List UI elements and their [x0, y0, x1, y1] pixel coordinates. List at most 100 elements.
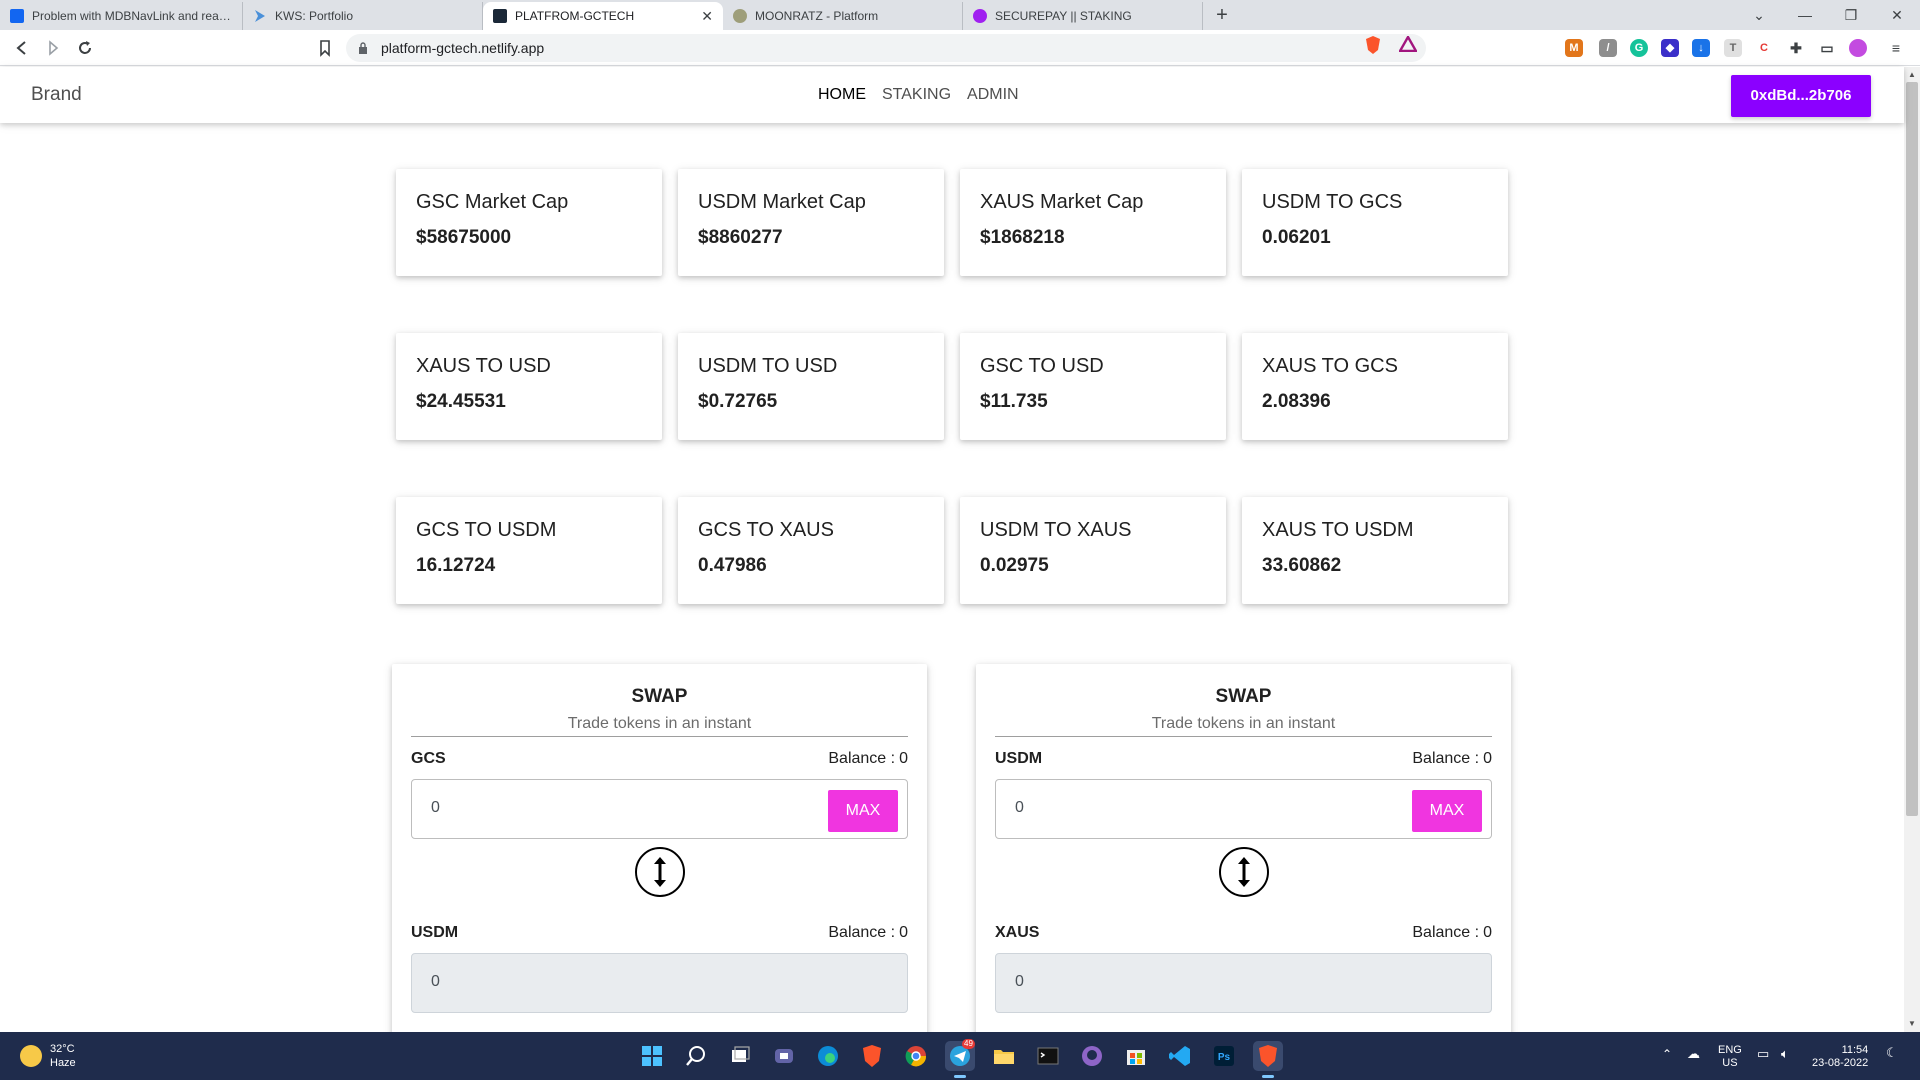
- clock[interactable]: 11:54 23-08-2022: [1812, 1044, 1868, 1070]
- stat-card: GCS TO USDM 16.12724: [396, 497, 662, 604]
- nav-link-admin[interactable]: ADMIN: [967, 86, 1019, 104]
- browser-tab[interactable]: MOONRATZ - Platform: [723, 2, 963, 30]
- file-explorer-icon[interactable]: [989, 1041, 1019, 1071]
- browser-menu-icon[interactable]: ≡: [1887, 39, 1905, 57]
- bookmark-icon[interactable]: [315, 38, 335, 58]
- wallet-icon[interactable]: ▭: [1818, 39, 1836, 57]
- onedrive-cloud-icon[interactable]: ☁: [1687, 1047, 1700, 1060]
- extensions-puzzle-icon[interactable]: ✚: [1787, 39, 1805, 57]
- profile-avatar[interactable]: [1849, 39, 1867, 57]
- max-button[interactable]: MAX: [828, 790, 898, 832]
- stat-title: XAUS TO USDM: [1262, 519, 1414, 541]
- windows-start-icon[interactable]: [637, 1041, 667, 1071]
- task-view-icon[interactable]: [725, 1041, 755, 1071]
- nav-link-home[interactable]: HOME: [818, 86, 866, 104]
- swap-card-gcs-usdm: SWAP Trade tokens in an instant GCS Bala…: [392, 664, 927, 1032]
- from-balance: Balance :0: [1412, 750, 1492, 768]
- securepay-favicon-icon: [973, 9, 987, 23]
- tab-label: Problem with MDBNavLink and react-: [32, 9, 232, 23]
- chrome-icon[interactable]: [901, 1041, 931, 1071]
- stat-value: $8860277: [698, 227, 783, 248]
- eyedropper-extension-icon[interactable]: /: [1599, 39, 1617, 57]
- language-indicator[interactable]: ENG US: [1718, 1044, 1742, 1070]
- browser-tab[interactable]: SECUREPAY || STAKING: [963, 2, 1203, 30]
- microsoft-store-icon[interactable]: [1121, 1041, 1151, 1071]
- moonratz-favicon-icon: [733, 9, 747, 23]
- download-extension-icon[interactable]: ↓: [1692, 39, 1710, 57]
- wallet-address-button[interactable]: 0xdBd...2b706: [1731, 75, 1871, 117]
- wallet-extension-icon[interactable]: ◆: [1661, 39, 1679, 57]
- forward-icon[interactable]: [43, 38, 63, 58]
- restore-icon[interactable]: ❐: [1828, 0, 1874, 30]
- new-tab-button[interactable]: +: [1210, 4, 1234, 28]
- brave-rewards-icon[interactable]: [1397, 34, 1419, 53]
- weather-desc: Haze: [50, 1057, 76, 1069]
- nav-link-staking[interactable]: STAKING: [882, 86, 951, 104]
- language-code: ENG: [1718, 1044, 1742, 1056]
- grammarly-extension-icon[interactable]: G: [1630, 39, 1648, 57]
- teams-chat-icon[interactable]: [769, 1041, 799, 1071]
- network-icon[interactable]: ▭: [1757, 1047, 1769, 1060]
- reload-icon[interactable]: [75, 38, 95, 58]
- stat-card: USDM TO XAUS 0.02975: [960, 497, 1226, 604]
- tray-chevron-icon[interactable]: ⌃: [1662, 1048, 1672, 1061]
- to-amount-value: 0: [431, 973, 440, 990]
- window-close-icon[interactable]: ✕: [1874, 0, 1920, 30]
- scrollbar-thumb[interactable]: [1906, 82, 1918, 816]
- balance-label: Balance :: [828, 924, 896, 941]
- back-icon[interactable]: [12, 38, 32, 58]
- swap-direction-icon[interactable]: [635, 847, 685, 897]
- to-balance: Balance :0: [1412, 924, 1492, 942]
- from-amount-input[interactable]: 0 MAX: [995, 779, 1492, 839]
- max-button[interactable]: MAX: [1412, 790, 1482, 832]
- telegram-icon[interactable]: 49: [945, 1039, 975, 1078]
- metamask-extension-icon[interactable]: M: [1565, 39, 1583, 57]
- from-amount-input[interactable]: 0 MAX: [411, 779, 908, 839]
- scroll-down-arrow-icon[interactable]: ▼: [1904, 1017, 1920, 1031]
- minimize-icon[interactable]: —: [1782, 0, 1828, 30]
- swap-divider: [411, 736, 908, 737]
- notifications-icon[interactable]: ☾: [1886, 1046, 1898, 1059]
- stat-card: GCS TO XAUS 0.47986: [678, 497, 944, 604]
- browser-tab[interactable]: Problem with MDBNavLink and react-: [0, 2, 243, 30]
- terminal-icon[interactable]: [1033, 1041, 1063, 1071]
- swap-direction-icon[interactable]: [1219, 847, 1269, 897]
- stat-value: 33.60862: [1262, 555, 1342, 576]
- tab-label: MOONRATZ - Platform: [755, 9, 879, 23]
- scroll-up-arrow-icon[interactable]: ▲: [1904, 68, 1920, 82]
- brand-logo[interactable]: Brand: [31, 84, 82, 106]
- brave-browser-active-icon[interactable]: [1253, 1041, 1283, 1078]
- region-code: US: [1722, 1057, 1738, 1069]
- weather-temp: 32°C: [50, 1043, 75, 1055]
- brave-shield-icon[interactable]: [1364, 35, 1382, 55]
- stat-value: 0.06201: [1262, 227, 1331, 248]
- text-extension-icon[interactable]: T: [1724, 39, 1742, 57]
- browser-tab[interactable]: KWS: Portfolio: [243, 2, 483, 30]
- telegram-unread-badge: 49: [962, 1039, 975, 1049]
- search-icon[interactable]: [681, 1041, 711, 1071]
- edge-browser-icon[interactable]: [813, 1041, 843, 1071]
- to-token-label: USDM: [411, 924, 459, 941]
- stat-value: $24.45531: [416, 391, 506, 412]
- brave-browser-icon[interactable]: [857, 1041, 887, 1071]
- weather-widget[interactable]: 32°C Haze: [20, 1042, 76, 1070]
- tab-search-chevron-icon[interactable]: ⌄: [1736, 0, 1782, 30]
- address-bar[interactable]: platform-gctech.netlify.app: [346, 34, 1426, 62]
- photoshop-icon[interactable]: Ps: [1209, 1041, 1239, 1071]
- close-tab-icon[interactable]: ✕: [701, 8, 713, 25]
- browser-tab-active[interactable]: PLATFROM-GCTECH ✕: [483, 2, 723, 30]
- volume-icon[interactable]: 🔈︎: [1781, 1047, 1789, 1060]
- from-amount-value: 0: [1015, 799, 1024, 816]
- vscode-icon[interactable]: [1165, 1041, 1195, 1071]
- mdb-favicon-icon: [10, 9, 24, 23]
- from-token-label: USDM: [995, 750, 1043, 767]
- from-amount-value: 0: [431, 799, 440, 816]
- github-icon[interactable]: [1077, 1041, 1107, 1071]
- stat-value: $0.72765: [698, 391, 778, 412]
- to-amount-value: 0: [1015, 973, 1024, 990]
- browser-toolbar: platform-gctech.netlify.app M / G ◆ ↓ T …: [0, 30, 1920, 66]
- colorzilla-extension-icon[interactable]: C: [1755, 39, 1773, 57]
- gctech-favicon-icon: [493, 9, 507, 23]
- swap-title: SWAP: [1215, 686, 1272, 707]
- stat-value: 2.08396: [1262, 391, 1331, 412]
